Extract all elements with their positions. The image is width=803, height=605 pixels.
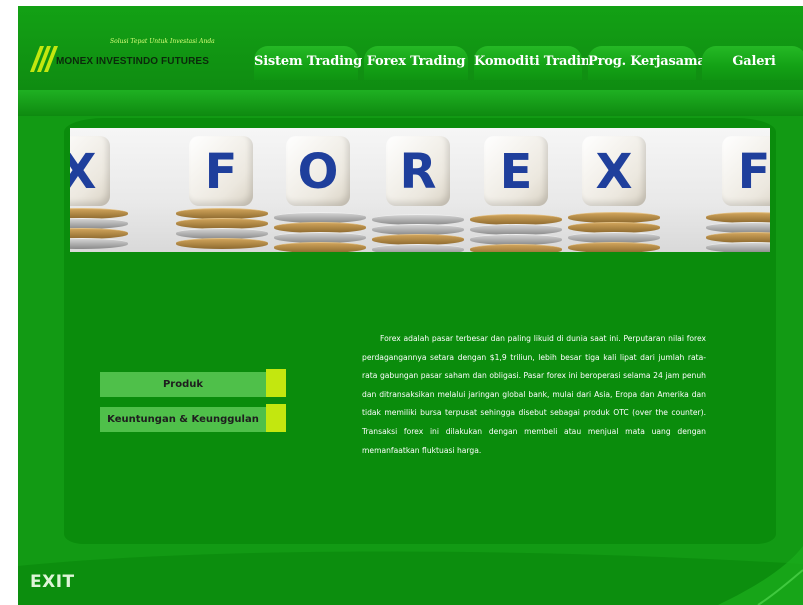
coin-stack xyxy=(706,202,770,252)
tab-komoditi-trading[interactable]: Komoditi Trading xyxy=(474,46,599,80)
die-letter: F xyxy=(204,144,238,200)
keuntungan-button-tab xyxy=(266,404,286,432)
tab-galeri[interactable]: Galeri xyxy=(702,46,803,80)
die-letter: X xyxy=(70,144,97,200)
produk-button[interactable]: Produk xyxy=(100,372,266,397)
coin-stack xyxy=(274,202,366,252)
letter-die: X xyxy=(582,136,646,206)
company-name: MONEX INVESTINDO FUTURES xyxy=(56,56,209,67)
coin-stack xyxy=(470,202,562,252)
app-window: Solusi Tepat Untuk Investasi Anda MONEX … xyxy=(0,0,803,605)
coin-stack xyxy=(70,202,128,252)
coin-stack xyxy=(176,202,268,252)
letter-die: F xyxy=(189,136,253,206)
bottom-swoosh-decoration xyxy=(18,546,803,605)
die-letter: R xyxy=(399,144,437,200)
main-frame: Solusi Tepat Untuk Investasi Anda MONEX … xyxy=(18,6,803,605)
die-letter: O xyxy=(297,144,339,200)
letter-die: R xyxy=(386,136,450,206)
produk-button-tab xyxy=(266,369,286,397)
coin-stack xyxy=(372,202,464,252)
die-letter: F xyxy=(737,144,770,200)
letter-die: F xyxy=(722,136,770,206)
letter-die: O xyxy=(286,136,350,206)
tab-prog-kerjasama[interactable]: Prog. Kerjasama xyxy=(588,46,706,80)
company-logo: Solusi Tepat Untuk Investasi Anda MONEX … xyxy=(30,38,240,76)
header-band xyxy=(18,90,803,116)
top-bar: Solusi Tepat Untuk Investasi Anda MONEX … xyxy=(18,6,803,90)
letter-die: X xyxy=(70,136,110,206)
letter-die: E xyxy=(484,136,548,206)
exit-button[interactable]: EXIT xyxy=(30,572,75,592)
logo-tagline: Solusi Tepat Untuk Investasi Anda xyxy=(110,38,215,45)
tab-sistem-trading[interactable]: Sistem Trading xyxy=(254,46,362,80)
forex-description: Forex adalah pasar terbesar dan paling l… xyxy=(362,334,706,455)
die-letter: E xyxy=(499,144,533,200)
die-letter: X xyxy=(595,144,633,200)
content-panel: X F O R E X F Produk Keuntungan & Keungg… xyxy=(64,118,776,544)
coin-stack xyxy=(568,202,660,252)
tab-forex-trading[interactable]: Forex Trading xyxy=(364,46,468,80)
forex-banner-image: X F O R E X F xyxy=(70,128,770,252)
keuntungan-keunggulan-button[interactable]: Keuntungan & Keunggulan xyxy=(100,407,266,432)
